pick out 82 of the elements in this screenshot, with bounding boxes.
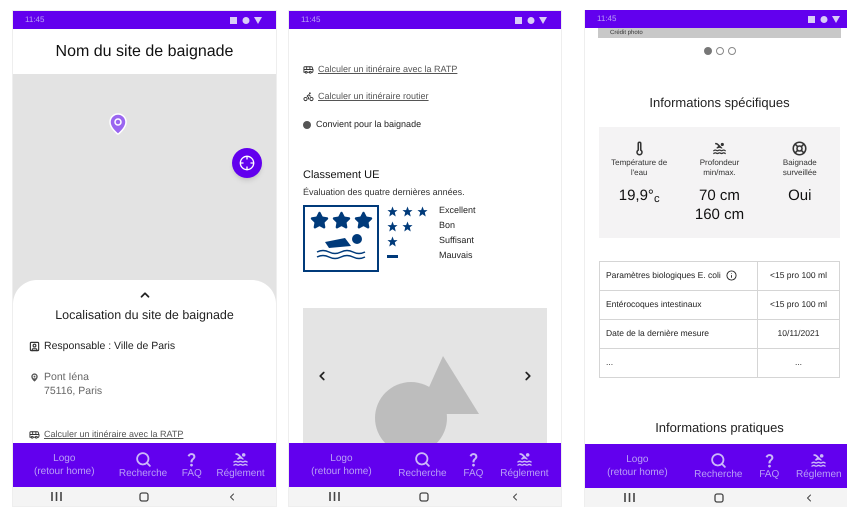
recent-apps-icon[interactable] [624,493,636,502]
address-line: 75116, Paris [44,384,102,398]
dash-icon [387,254,398,258]
nav-tab[interactable]: Recherche [398,450,447,480]
itinerary-link[interactable]: Calculer un itinéraire avec la RATP [44,428,184,441]
status-icons [230,16,264,24]
pool-icon [712,140,727,156]
nav-tab[interactable]: Réglemen [796,452,842,480]
address-line: Pont Iéna [44,370,90,384]
table-cell: <15 pro 100 ml [758,290,840,319]
table-cell: 10/11/2021 [758,319,840,348]
parameter-label: ... [606,356,614,369]
bathing-status-text: Convient pour la baignade [316,118,422,131]
table-cell: ... [758,348,840,377]
parameter-label: Paramètres biologiques E. coli [606,269,721,282]
nav-tab[interactable]: Réglement [216,450,265,480]
bus-icon [303,64,314,75]
nav-tab[interactable]: Recherche [694,452,742,480]
star-icon [387,220,398,232]
section-heading: Informations pratiques [654,418,785,437]
parameter-label: Entérocoques intestinaux [606,298,702,311]
status-time: 11:45 [597,13,616,25]
star-icon [417,206,428,216]
swimmer-icon [516,450,533,468]
itinerary-link[interactable]: Calculer un itinéraire avec la RATP [318,62,458,76]
search-icon [710,452,727,468]
page-title: Nom du site de baignade [56,42,234,62]
locate-button[interactable] [232,148,262,178]
rating-label: Mauvais [439,249,473,262]
nav-tab[interactable]: Réglement [500,450,549,480]
locate-icon [239,155,255,171]
rating-label: Suffisant [439,234,474,248]
contact-card-icon [29,341,40,352]
location-icon [29,372,40,382]
home-icon[interactable] [419,492,430,502]
section-subtitle: Évaluation des quatre dernières années. [303,186,466,199]
lifebuoy-icon [792,140,808,156]
rating-label: Excellent [439,204,476,218]
parameter-label: Date de la dernière mesure [606,327,710,340]
info-icon[interactable] [726,270,737,281]
swimmer-icon [232,450,250,468]
logo-home-button[interactable]: Logo (retour home) [24,452,104,478]
info-value: 160 cm [694,204,744,224]
logo-home-button[interactable]: Logo (retour home) [301,452,382,478]
star-icon [310,211,328,230]
nav-tab[interactable]: FAQ [182,450,202,480]
info-label: Profondeur min/max. [698,158,740,178]
search-icon [414,450,431,468]
info-label: Température de l'eau [610,158,668,178]
status-time: 11:45 [301,14,320,26]
bicycle-icon [303,91,314,102]
responsible-text: Responsable : Ville de Paris [44,338,176,354]
section-heading: Informations spécifiques [648,94,791,112]
search-icon [134,450,152,468]
home-icon[interactable] [138,492,149,502]
info-value: 19,9°$_{c}$ [618,186,660,204]
star-icon [354,211,372,230]
star-icon [402,206,413,216]
bus-icon [29,428,40,440]
star-icon [332,211,350,230]
star-icon [387,236,398,246]
star-icon [402,220,413,232]
info-value: Oui [788,186,812,204]
swimmer-icon [810,452,828,468]
recent-apps-icon[interactable] [328,492,340,501]
nav-tab[interactable]: FAQ [463,450,484,480]
logo-home-button[interactable]: Logo (retour home) [597,453,678,479]
info-label: Baignade surveillée [782,158,818,178]
table-cell: <15 pro 100 ml [758,261,840,290]
sheet-heading: Localisation du site de baignade [54,307,235,324]
home-icon[interactable] [714,492,724,502]
nav-tab[interactable]: Recherche [118,450,168,480]
rating-label: Bon [439,219,456,232]
star-icon [387,206,398,216]
info-value: 70 cm [699,186,740,204]
status-icons [515,16,549,24]
itinerary-link[interactable]: Calculer un itinéraire routier [318,90,429,104]
recent-apps-icon[interactable] [51,492,62,501]
section-title: Classement UE [303,168,380,183]
status-icons [808,14,842,24]
nav-tab[interactable]: FAQ [759,452,780,480]
status-time: 11:45 [25,14,44,26]
